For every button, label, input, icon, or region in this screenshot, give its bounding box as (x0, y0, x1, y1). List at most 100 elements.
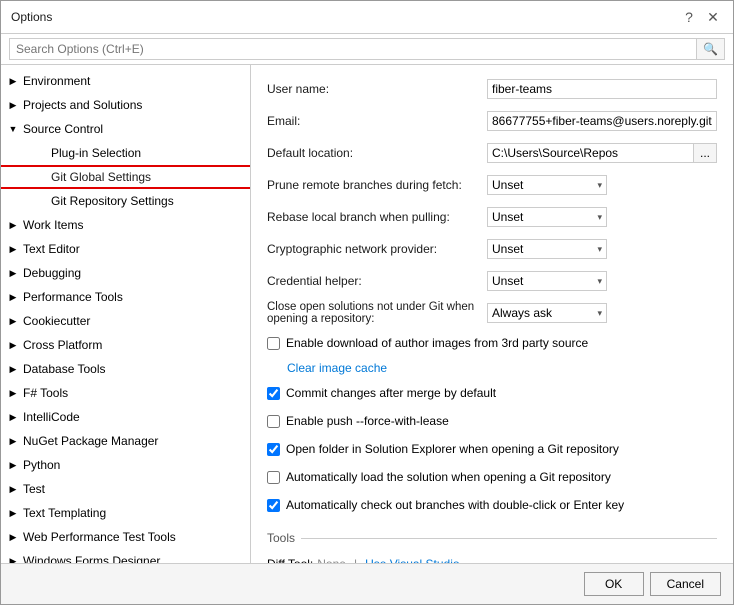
expand-perf-tools-icon (5, 289, 21, 305)
rebase-dropdown[interactable]: Unset ▾ (487, 207, 607, 227)
username-label: User name: (267, 82, 487, 96)
expand-cross-platform-icon (5, 337, 21, 353)
expand-cookiecutter-icon (5, 313, 21, 329)
expand-text-templating-icon (5, 505, 21, 521)
rebase-value: Unset (492, 210, 523, 224)
sidebar-item-performance-tools[interactable]: Performance Tools (1, 285, 250, 309)
sidebar-item-debugging[interactable]: Debugging (1, 261, 250, 285)
expand-debugging-icon (5, 265, 21, 281)
commit-changes-row: Commit changes after merge by default (267, 383, 717, 403)
search-input[interactable] (9, 38, 697, 60)
enable-push-row: Enable push --force-with-lease (267, 411, 717, 431)
default-location-field: ... (487, 143, 717, 163)
cancel-button[interactable]: Cancel (650, 572, 721, 596)
prune-dropdown[interactable]: Unset ▾ (487, 175, 607, 195)
python-label: Python (21, 458, 246, 472)
sidebar-item-web-performance[interactable]: Web Performance Test Tools (1, 525, 250, 549)
expand-database-icon (5, 361, 21, 377)
sidebar-item-text-editor[interactable]: Text Editor (1, 237, 250, 261)
prune-row: Prune remote branches during fetch: Unse… (267, 173, 717, 197)
email-label: Email: (267, 114, 487, 128)
sidebar-item-python[interactable]: Python (1, 453, 250, 477)
expand-nuget-icon (5, 433, 21, 449)
git-repo-settings-label: Git Repository Settings (49, 194, 246, 208)
sidebar-item-plugin-selection[interactable]: Plug-in Selection (1, 141, 250, 165)
tools-section-title: Tools (267, 531, 717, 545)
search-button[interactable]: 🔍 (697, 38, 725, 60)
sidebar-item-work-items[interactable]: Work Items (1, 213, 250, 237)
crypto-dropdown[interactable]: Unset ▾ (487, 239, 607, 259)
help-button[interactable]: ? (679, 7, 699, 27)
options-dialog: Options ? ✕ 🔍 Environment Pro (0, 0, 734, 605)
default-location-row: Default location: ... (267, 141, 717, 165)
cookiecutter-label: Cookiecutter (21, 314, 246, 328)
main-content: Environment Projects and Solutions Sourc… (1, 65, 733, 563)
sidebar-item-cross-platform[interactable]: Cross Platform (1, 333, 250, 357)
crypto-label: Cryptographic network provider: (267, 242, 487, 256)
sidebar-item-projects-solutions[interactable]: Projects and Solutions (1, 93, 250, 117)
credential-value: Unset (492, 274, 523, 288)
git-global-settings-label: Git Global Settings (49, 170, 246, 184)
close-open-row: Close open solutions not under Git when … (267, 301, 717, 325)
credential-label: Credential helper: (267, 274, 487, 288)
enable-push-checkbox[interactable] (267, 415, 280, 428)
sidebar-item-test[interactable]: Test (1, 477, 250, 501)
expand-work-items-icon (5, 217, 21, 233)
close-open-dropdown-arrow: ▾ (597, 308, 602, 319)
crypto-dropdown-arrow: ▾ (597, 244, 602, 255)
commit-changes-label: Commit changes after merge by default (286, 386, 496, 400)
commit-changes-checkbox[interactable] (267, 387, 280, 400)
sidebar-item-fsharp-tools[interactable]: F# Tools (1, 381, 250, 405)
sidebar-item-git-global-settings[interactable]: Git Global Settings (1, 165, 250, 189)
leaf-icon-git (33, 169, 49, 185)
auto-load-checkbox[interactable] (267, 471, 280, 484)
auto-checkout-label: Automatically check out branches with do… (286, 498, 624, 512)
credential-dropdown[interactable]: Unset ▾ (487, 271, 607, 291)
sidebar-item-text-templating[interactable]: Text Templating (1, 501, 250, 525)
prune-label: Prune remote branches during fetch: (267, 178, 487, 192)
sidebar-item-database-tools[interactable]: Database Tools (1, 357, 250, 381)
sidebar-item-source-control[interactable]: Source Control (1, 117, 250, 141)
email-input[interactable] (487, 111, 717, 131)
cross-platform-label: Cross Platform (21, 338, 246, 352)
expand-fsharp-icon (5, 385, 21, 401)
expand-test-icon (5, 481, 21, 497)
title-bar-left: Options (11, 10, 52, 24)
title-bar-controls: ? ✕ (679, 7, 723, 27)
expand-environment-icon (5, 73, 21, 89)
rebase-row: Rebase local branch when pulling: Unset … (267, 205, 717, 229)
enable-push-label: Enable push --force-with-lease (286, 414, 449, 428)
credential-row: Credential helper: Unset ▾ (267, 269, 717, 293)
expand-winforms-icon (5, 553, 21, 563)
expand-projects-icon (5, 97, 21, 113)
clear-image-cache-link[interactable]: Clear image cache (287, 361, 387, 375)
default-location-input[interactable] (487, 143, 694, 163)
sidebar-item-intellicode[interactable]: IntelliCode (1, 405, 250, 429)
sidebar-item-windows-forms[interactable]: Windows Forms Designer (1, 549, 250, 563)
expand-source-control-icon (5, 121, 21, 137)
auto-checkout-checkbox[interactable] (267, 499, 280, 512)
auto-load-row: Automatically load the solution when ope… (267, 467, 717, 487)
auto-load-label: Automatically load the solution when ope… (286, 470, 611, 484)
prune-dropdown-arrow: ▾ (597, 180, 602, 191)
sidebar-item-git-repo-settings[interactable]: Git Repository Settings (1, 189, 250, 213)
work-items-label: Work Items (21, 218, 246, 232)
sidebar-item-nuget[interactable]: NuGet Package Manager (1, 429, 250, 453)
source-control-label: Source Control (21, 122, 246, 136)
sidebar-item-environment[interactable]: Environment (1, 69, 250, 93)
close-button[interactable]: ✕ (703, 7, 723, 27)
credential-dropdown-arrow: ▾ (597, 276, 602, 287)
expand-intellicode-icon (5, 409, 21, 425)
expand-web-perf-icon (5, 529, 21, 545)
database-tools-label: Database Tools (21, 362, 246, 376)
default-location-label: Default location: (267, 146, 487, 160)
close-open-dropdown[interactable]: Always ask ▾ (487, 303, 607, 323)
browse-button[interactable]: ... (694, 143, 717, 163)
expand-text-editor-icon (5, 241, 21, 257)
bottom-bar: OK Cancel (1, 563, 733, 604)
enable-download-checkbox[interactable] (267, 337, 280, 350)
sidebar-item-cookiecutter[interactable]: Cookiecutter (1, 309, 250, 333)
ok-button[interactable]: OK (584, 572, 644, 596)
username-input[interactable] (487, 79, 717, 99)
open-folder-checkbox[interactable] (267, 443, 280, 456)
